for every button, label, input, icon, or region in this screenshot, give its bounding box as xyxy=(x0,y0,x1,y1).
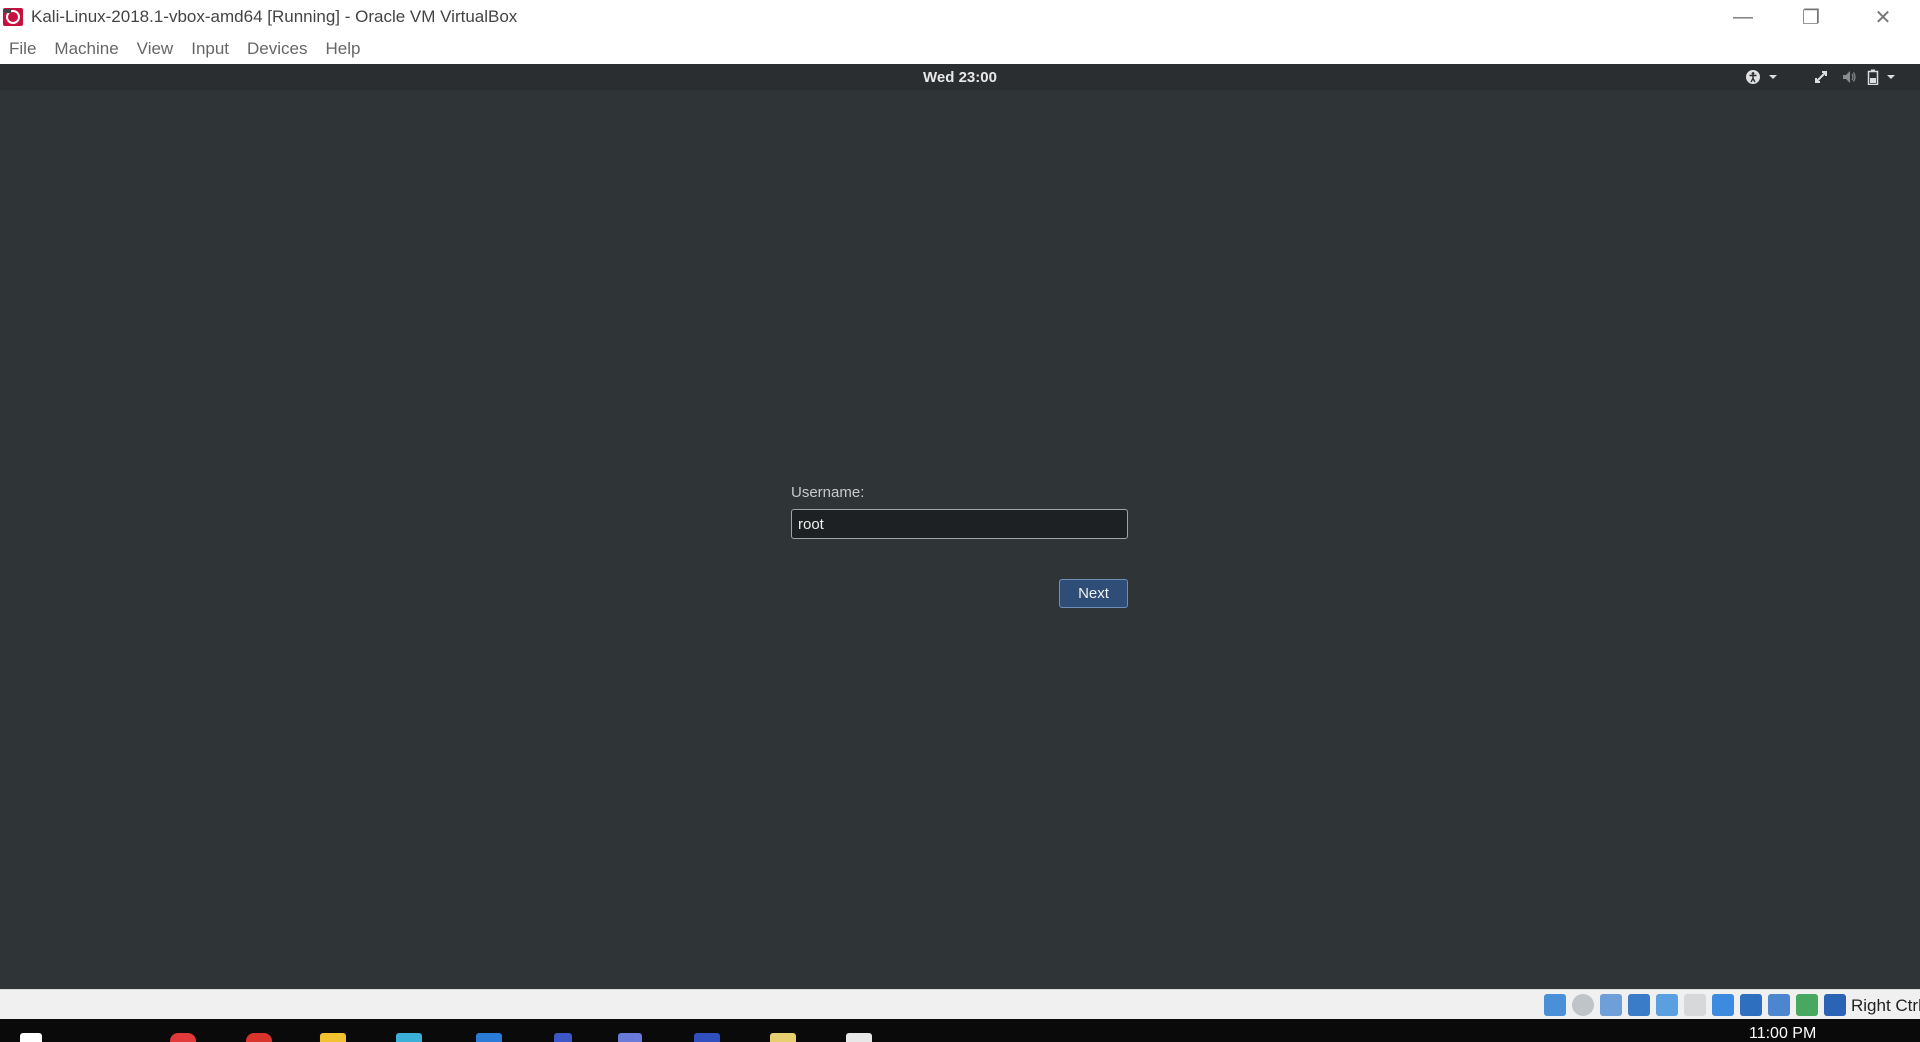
accessibility-menu[interactable] xyxy=(1745,67,1779,87)
menubar: File Machine View Input Devices Help xyxy=(0,34,1920,64)
store-icon[interactable] xyxy=(396,1033,422,1042)
menu-help[interactable]: Help xyxy=(325,39,362,59)
login-form: Username: Next xyxy=(791,484,1128,608)
clock[interactable]: Wed 23:00 xyxy=(0,69,1920,86)
close-icon: ✕ xyxy=(1874,6,1892,29)
app-red-icon[interactable] xyxy=(246,1033,272,1042)
minimize-icon: — xyxy=(1733,5,1753,28)
menu-devices[interactable]: Devices xyxy=(246,39,308,59)
menu-view[interactable]: View xyxy=(136,39,175,59)
audio-icon[interactable] xyxy=(1600,994,1622,1016)
username-label: Username: xyxy=(791,484,865,501)
file-explorer-icon[interactable] xyxy=(320,1033,346,1042)
notepad-icon[interactable] xyxy=(770,1033,796,1042)
host-key-label: Right Ctrl xyxy=(1851,996,1920,1015)
display-icon[interactable] xyxy=(1712,994,1734,1016)
guest-screen[interactable]: Wed 23:00 Username: root Next xyxy=(0,64,1920,989)
chrome-icon[interactable] xyxy=(170,1033,196,1042)
virtualbox-icon xyxy=(3,8,23,26)
app-white-icon[interactable] xyxy=(846,1033,872,1042)
window-title: Kali-Linux-2018.1-vbox-amd64 [Running] -… xyxy=(31,7,518,26)
close-button[interactable]: ✕ xyxy=(1852,0,1914,34)
menu-input[interactable]: Input xyxy=(190,39,230,59)
video-capture-icon[interactable] xyxy=(1740,994,1762,1016)
restore-icon: ❐ xyxy=(1802,6,1820,29)
menu-machine[interactable]: Machine xyxy=(53,39,119,59)
keyboard-capture-icon[interactable] xyxy=(1824,994,1846,1016)
window-titlebar[interactable]: Kali-Linux-2018.1-vbox-amd64 [Running] -… xyxy=(0,0,1920,34)
app-blue-icon[interactable] xyxy=(618,1033,642,1042)
restore-button[interactable]: ❐ xyxy=(1780,0,1842,34)
gnome-top-bar: Wed 23:00 xyxy=(0,64,1920,90)
hard-disk-icon[interactable] xyxy=(1544,994,1566,1016)
volume-icon xyxy=(1843,71,1856,83)
accessibility-icon xyxy=(1746,70,1760,84)
host-taskbar: 11:00 PM xyxy=(0,1019,1920,1042)
vm-statusbar: Right Ctrl xyxy=(0,989,1920,1019)
next-button[interactable]: Next xyxy=(1059,579,1128,608)
chevron-down-icon xyxy=(1887,75,1895,79)
system-menu[interactable] xyxy=(1813,67,1897,87)
minimize-button[interactable]: — xyxy=(1712,0,1774,34)
windows-start-icon[interactable] xyxy=(20,1033,42,1042)
battery-icon xyxy=(1867,69,1879,85)
cpu-icon[interactable] xyxy=(1768,994,1790,1016)
username-input[interactable] xyxy=(791,509,1128,539)
optical-drive-icon[interactable] xyxy=(1572,994,1594,1016)
word-icon[interactable] xyxy=(554,1033,572,1042)
virtualbox-taskbar-icon[interactable] xyxy=(694,1033,720,1042)
shared-folders-icon[interactable] xyxy=(1684,994,1706,1016)
chevron-down-icon xyxy=(1769,75,1777,79)
edge-icon[interactable] xyxy=(476,1033,502,1042)
status-indicators xyxy=(1544,994,1852,1016)
menu-file[interactable]: File xyxy=(8,39,37,59)
network-icon xyxy=(1815,71,1827,83)
usb-icon[interactable] xyxy=(1656,994,1678,1016)
taskbar-clock[interactable]: 11:00 PM xyxy=(1749,1025,1816,1042)
network-adapter-icon[interactable] xyxy=(1628,994,1650,1016)
mouse-integration-icon[interactable] xyxy=(1796,994,1818,1016)
